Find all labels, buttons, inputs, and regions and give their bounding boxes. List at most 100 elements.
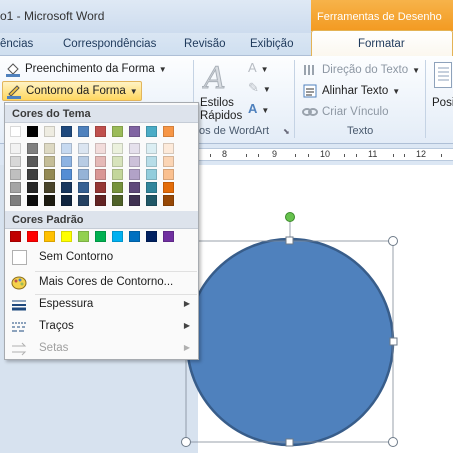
standard-color-swatch[interactable] bbox=[95, 231, 106, 242]
theme-shade-swatch[interactable] bbox=[10, 169, 21, 180]
theme-shade-swatch[interactable] bbox=[61, 182, 72, 193]
resize-handle-top[interactable] bbox=[285, 236, 294, 245]
theme-color-swatch[interactable] bbox=[163, 126, 174, 137]
tab-review[interactable]: Revisão bbox=[184, 38, 226, 50]
standard-color-swatch[interactable] bbox=[112, 231, 123, 242]
theme-shade-swatch[interactable] bbox=[163, 182, 174, 193]
create-link-button[interactable]: Criar Vínculo bbox=[302, 102, 388, 122]
more-outline-colors-item[interactable]: Mais Cores de Contorno... bbox=[6, 272, 199, 294]
theme-shade-swatch[interactable] bbox=[129, 182, 140, 193]
standard-color-swatch[interactable] bbox=[27, 231, 38, 242]
theme-shade-swatch[interactable] bbox=[112, 182, 123, 193]
theme-shade-swatch[interactable] bbox=[10, 195, 21, 206]
theme-shade-swatch[interactable] bbox=[163, 156, 174, 167]
circle-shape[interactable] bbox=[180, 205, 453, 453]
theme-shade-swatch[interactable] bbox=[10, 156, 21, 167]
theme-color-swatch[interactable] bbox=[112, 126, 123, 137]
theme-color-swatch[interactable] bbox=[129, 126, 140, 137]
theme-shade-swatch[interactable] bbox=[44, 182, 55, 193]
shape-fill-button[interactable]: Preenchimento da Forma ▼ bbox=[5, 59, 167, 79]
theme-color-swatch[interactable] bbox=[61, 126, 72, 137]
theme-shade-swatch[interactable] bbox=[44, 195, 55, 206]
standard-color-swatch[interactable] bbox=[163, 231, 174, 242]
weight-item[interactable]: Espessura ▶ bbox=[6, 294, 199, 316]
dashes-item[interactable]: Traços ▶ bbox=[6, 316, 199, 338]
text-outline-icon[interactable]: ✎ ▼ bbox=[248, 80, 271, 96]
resize-handle-bottom-left[interactable] bbox=[181, 437, 191, 447]
shape-outline-button[interactable]: Contorno da Forma ▼ bbox=[2, 81, 142, 101]
theme-shade-swatch[interactable] bbox=[146, 169, 157, 180]
theme-shade-swatch[interactable] bbox=[146, 143, 157, 154]
standard-color-swatch[interactable] bbox=[44, 231, 55, 242]
theme-shade-swatch[interactable] bbox=[78, 143, 89, 154]
theme-shade-swatch[interactable] bbox=[146, 156, 157, 167]
text-fill-icon[interactable]: A ▼ bbox=[248, 60, 269, 75]
no-outline-item[interactable]: Sem Contorno bbox=[6, 247, 199, 269]
tab-format[interactable]: Formatar bbox=[311, 30, 453, 57]
theme-shade-swatch[interactable] bbox=[44, 156, 55, 167]
theme-shade-swatch[interactable] bbox=[129, 143, 140, 154]
resize-handle-right[interactable] bbox=[389, 337, 398, 346]
theme-shade-swatch[interactable] bbox=[95, 143, 106, 154]
theme-shade-swatch[interactable] bbox=[78, 182, 89, 193]
theme-shade-swatch[interactable] bbox=[146, 195, 157, 206]
tab-view[interactable]: Exibição bbox=[250, 38, 293, 50]
theme-shade-swatch[interactable] bbox=[95, 182, 106, 193]
theme-shade-swatch[interactable] bbox=[95, 195, 106, 206]
theme-shade-swatch[interactable] bbox=[61, 169, 72, 180]
standard-color-swatch[interactable] bbox=[61, 231, 72, 242]
theme-shade-swatch[interactable] bbox=[44, 143, 55, 154]
text-effects-icon[interactable]: A ▼ bbox=[248, 101, 269, 116]
resize-handle-bottom[interactable] bbox=[285, 438, 294, 447]
position-icon[interactable] bbox=[434, 62, 452, 88]
theme-shade-swatch[interactable] bbox=[27, 182, 38, 193]
theme-shade-swatch[interactable] bbox=[78, 156, 89, 167]
theme-shade-swatch[interactable] bbox=[61, 143, 72, 154]
position-label[interactable]: Posi bbox=[432, 97, 453, 109]
theme-color-swatch[interactable] bbox=[78, 126, 89, 137]
theme-shade-swatch[interactable] bbox=[27, 195, 38, 206]
theme-shade-swatch[interactable] bbox=[112, 195, 123, 206]
text-direction-button[interactable]: Direção do Texto ▼ bbox=[302, 60, 420, 80]
standard-color-swatch[interactable] bbox=[146, 231, 157, 242]
tab-references[interactable]: ências bbox=[0, 38, 33, 50]
theme-shade-swatch[interactable] bbox=[10, 143, 21, 154]
theme-shade-swatch[interactable] bbox=[61, 195, 72, 206]
theme-shade-swatch[interactable] bbox=[10, 182, 21, 193]
theme-shade-swatch[interactable] bbox=[27, 169, 38, 180]
circle-shape-body[interactable] bbox=[185, 237, 395, 447]
quick-styles-icon[interactable]: A bbox=[201, 60, 236, 97]
standard-color-swatch[interactable] bbox=[129, 231, 140, 242]
theme-color-swatch[interactable] bbox=[44, 126, 55, 137]
align-text-button[interactable]: Alinhar Texto ▼ bbox=[302, 81, 400, 101]
theme-shade-swatch[interactable] bbox=[44, 169, 55, 180]
theme-shade-swatch[interactable] bbox=[78, 169, 89, 180]
theme-shade-swatch[interactable] bbox=[95, 169, 106, 180]
standard-color-swatch[interactable] bbox=[10, 231, 21, 242]
theme-shade-swatch[interactable] bbox=[163, 169, 174, 180]
standard-color-swatch[interactable] bbox=[78, 231, 89, 242]
theme-shade-swatch[interactable] bbox=[95, 156, 106, 167]
theme-shade-swatch[interactable] bbox=[163, 195, 174, 206]
theme-shade-swatch[interactable] bbox=[27, 143, 38, 154]
dialog-launcher-icon[interactable]: ⬊ bbox=[283, 127, 290, 136]
theme-shade-swatch[interactable] bbox=[163, 143, 174, 154]
theme-shade-swatch[interactable] bbox=[129, 156, 140, 167]
theme-color-swatch[interactable] bbox=[27, 126, 38, 137]
theme-shade-swatch[interactable] bbox=[112, 169, 123, 180]
theme-color-swatch[interactable] bbox=[10, 126, 21, 137]
horizontal-ruler[interactable]: 8 9 10 11 12 bbox=[198, 148, 453, 161]
theme-color-swatch[interactable] bbox=[95, 126, 106, 137]
theme-shade-swatch[interactable] bbox=[112, 143, 123, 154]
resize-handle-top-right[interactable] bbox=[388, 236, 398, 246]
theme-shade-swatch[interactable] bbox=[61, 156, 72, 167]
tab-mailings[interactable]: Correspondências bbox=[63, 38, 156, 50]
rotation-handle[interactable] bbox=[285, 212, 295, 222]
theme-shade-swatch[interactable] bbox=[129, 169, 140, 180]
theme-shade-swatch[interactable] bbox=[146, 182, 157, 193]
resize-handle-bottom-right[interactable] bbox=[388, 437, 398, 447]
theme-color-swatch[interactable] bbox=[146, 126, 157, 137]
theme-shade-swatch[interactable] bbox=[129, 195, 140, 206]
theme-shade-swatch[interactable] bbox=[78, 195, 89, 206]
theme-shade-swatch[interactable] bbox=[27, 156, 38, 167]
